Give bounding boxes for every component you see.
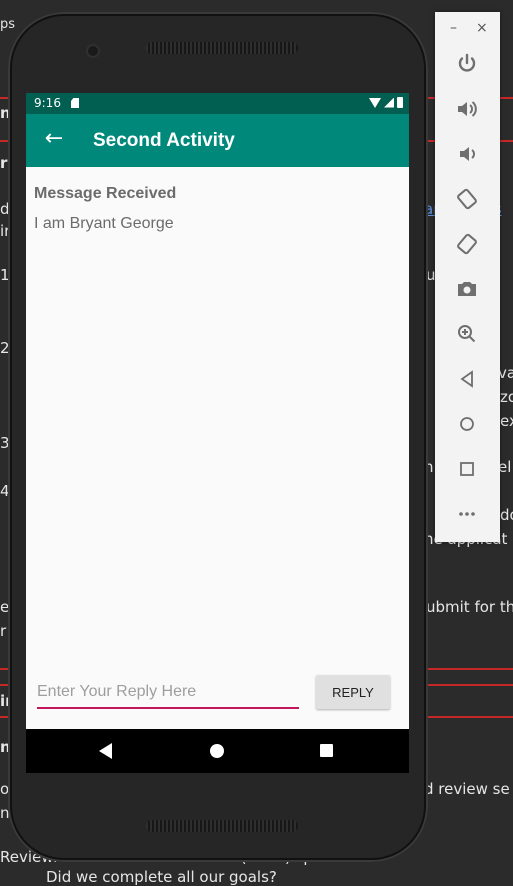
power-icon[interactable] xyxy=(455,52,479,76)
overview-icon[interactable] xyxy=(455,457,479,481)
bg-fragment: Did we complete all our goals? xyxy=(46,868,277,886)
bg-fragment: do xyxy=(500,506,513,524)
app-bar: ← Second Activity xyxy=(26,114,409,167)
bg-fragment: zo xyxy=(500,388,513,406)
bg-fragment: ubmit for th xyxy=(426,598,513,616)
message-label: Message Received xyxy=(34,185,177,202)
rotate-right-icon[interactable] xyxy=(455,232,479,256)
reply-input[interactable] xyxy=(37,677,299,709)
battery-icon xyxy=(397,97,403,108)
front-camera xyxy=(88,46,98,56)
top-speaker xyxy=(146,42,298,54)
sd-card-icon xyxy=(71,98,79,108)
rotate-left-icon[interactable] xyxy=(455,187,479,211)
emulator-toolbar: – × xyxy=(435,12,500,542)
home-icon[interactable] xyxy=(455,412,479,436)
bg-fragment: d review se xyxy=(424,780,510,798)
status-icons xyxy=(369,97,403,108)
app-screen: 9:16 ← Second Activity Message Received … xyxy=(26,93,409,773)
status-time: 9:16 xyxy=(34,96,61,110)
nav-bar xyxy=(26,729,409,773)
camera-icon[interactable] xyxy=(455,277,479,301)
message-text: I am Bryant George xyxy=(34,215,174,232)
more-icon[interactable] xyxy=(455,502,479,526)
reply-button[interactable]: REPLY xyxy=(316,675,390,709)
bg-fragment: r xyxy=(0,622,7,640)
nav-recents-icon[interactable] xyxy=(320,744,333,757)
close-button[interactable]: × xyxy=(476,20,488,36)
volume-down-icon[interactable] xyxy=(455,142,479,166)
bg-fragment: ex xyxy=(500,412,513,430)
bottom-speaker xyxy=(146,820,298,832)
page-title: Second Activity xyxy=(93,130,235,151)
nav-home-icon[interactable] xyxy=(210,744,224,758)
nav-back-icon[interactable] xyxy=(99,743,112,759)
bg-fragment: va xyxy=(498,364,513,382)
bg-fragment: ps xyxy=(0,17,16,32)
volume-up-icon[interactable] xyxy=(455,97,479,121)
zoom-icon[interactable] xyxy=(455,322,479,346)
back-icon[interactable] xyxy=(455,367,479,391)
status-bar: 9:16 xyxy=(26,93,409,114)
signal-icon xyxy=(384,97,394,108)
bg-fragment: el xyxy=(498,458,512,476)
minimize-button[interactable]: – xyxy=(450,20,457,36)
wifi-icon xyxy=(369,97,381,108)
arrow-left-icon[interactable]: ← xyxy=(42,127,66,151)
